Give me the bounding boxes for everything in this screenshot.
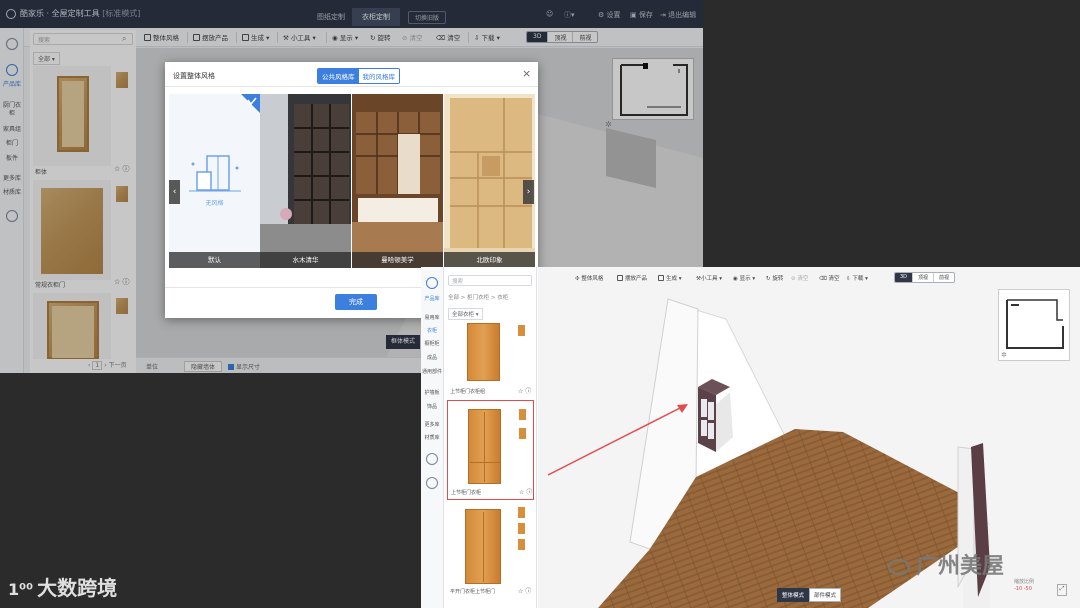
style-card-nordic[interactable]: 北欧印象 [444,94,535,268]
toolbar-generate[interactable]: 生成 ▾ [658,274,682,282]
floorplan-minimap [1006,299,1064,349]
compass-icon[interactable]: ✲ [1001,351,1007,359]
product-caption: 上节柜门衣柜 [451,490,482,496]
toolbar-display[interactable]: ◉ 显示 ▾ [733,274,755,282]
left-rail: 产品库 易用库 衣柜 橱柜柜 成品 通用部件 护墙板 饰品 更多库 材质库 [421,267,444,608]
watermark-logo-icon: 1⁰⁰ [8,580,34,599]
product-caption: 平开门衣柜上节柜门 [450,589,496,595]
minimap[interactable] [998,289,1070,361]
whole-mode-button[interactable]: 整体模式 [777,588,810,602]
product-image [465,509,501,584]
product-thumb[interactable] [518,325,525,336]
done-button[interactable]: 完成 [335,294,377,310]
mode-switch: 整体模式 部件模式 [777,588,842,602]
product-card-selected[interactable]: 上节柜门衣柜 ☆ ⓘ [447,400,534,500]
rail-cat-0[interactable]: 易用库 [422,314,442,322]
rail-cat-4[interactable]: 通用部件 [422,368,442,376]
fullscreen-icon[interactable]: ⤢ [1057,584,1067,596]
watermark-bottom-right: 广州美屋 [888,548,1004,580]
wechat-icon [888,559,910,575]
product-thumb[interactable] [518,539,525,550]
rail-product-lib[interactable]: 产品库 [422,295,442,303]
product-panel: 搜索 全部 > 柜门衣柜 > 衣柜 全部衣柜 ▾ 上节柜门衣柜组 ☆ ⓘ 上节柜… [444,267,537,608]
dialog-tabs: 公共风格库 我的风格库 [317,68,400,84]
shield-icon[interactable] [426,453,438,465]
tab-my-styles[interactable]: 我的风格库 [358,69,399,83]
product-image [467,323,500,381]
product-lib-icon[interactable] [426,277,438,289]
product-card[interactable]: 平开门衣柜上节柜门 ☆ ⓘ [447,505,534,605]
rail-cat-5[interactable]: 护墙板 [422,389,442,397]
product-thumb[interactable] [519,409,526,420]
view-3d[interactable]: 3D [895,273,914,282]
toolbar-style[interactable]: ✣ 整体风格 [575,274,603,282]
main-toolbar: ✣ 整体风格 摆放产品 生成 ▾ ⚒小工具 ▾ ◉ 显示 ▾ ↻ 旋转 ⊘ 清空… [575,271,1080,286]
toolbar-clear-1[interactable]: ⊘ 清空 [791,274,808,282]
category-filter[interactable]: 全部衣柜 ▾ [448,308,483,320]
close-icon[interactable]: × [522,67,531,80]
dialog-title: 设置整体风格 [173,72,215,80]
place-icon [617,275,623,281]
part-mode-button[interactable]: 部件模式 [809,588,842,602]
product-thumb[interactable] [519,428,526,439]
product-card[interactable]: 上节柜门衣柜组 ☆ ⓘ [447,323,534,398]
style-icon: ✣ [575,276,580,282]
rail-cat-2[interactable]: 橱柜柜 [422,340,442,348]
view-top[interactable]: 顶视 [913,273,935,282]
style-card-manhattan[interactable]: 曼哈顿美学 [352,94,443,268]
product-image [468,409,501,484]
watermark-bottom-left: 1⁰⁰ 大数跨境 [8,576,118,600]
product-thumb[interactable] [518,507,525,518]
toolbar-tools[interactable]: ⚒小工具 ▾ [696,274,722,282]
rail-cat-1[interactable]: 衣柜 [422,327,442,335]
favorite-icon[interactable]: ☆ ⓘ [519,487,532,496]
rotate-icon: ↻ [766,276,771,282]
search-input[interactable]: 搜索 [448,275,532,286]
style-photo [352,94,443,268]
tab-public-styles[interactable]: 公共风格库 [318,69,359,83]
zoom-value: -10 -50 [1014,586,1032,592]
rail-cat-3[interactable]: 成品 [422,354,442,362]
view-front[interactable]: 前视 [934,273,954,282]
no-style-label: 无风格 [205,200,224,207]
style-card-shuimu[interactable]: 水木清华 [260,94,351,268]
product-thumb[interactable] [518,523,525,534]
style-photo [260,94,351,268]
breadcrumb[interactable]: 全部 > 柜门衣柜 > 衣柜 [448,293,508,301]
style-card-label: 北欧印象 [444,252,535,268]
carousel-next-icon[interactable]: › [523,180,534,204]
product-caption: 上节柜门衣柜组 [450,389,486,395]
carousel-prev-icon[interactable]: ‹ [169,180,180,204]
toolbar-rotate[interactable]: ↻ 旋转 [766,274,783,282]
broom-icon: ⌫ [819,276,827,282]
favorite-icon[interactable]: ☆ ⓘ [518,386,531,395]
generate-icon [658,275,664,281]
style-card-label: 水木清华 [260,252,351,268]
toolbar-clear-2[interactable]: ⌫ 清空 [819,274,840,282]
rail-cat-6[interactable]: 饰品 [422,403,442,411]
view-mode-switch: 3D 顶视 前视 [894,272,956,283]
user-profile-icon[interactable] [426,477,438,489]
eye-icon: ◉ [733,276,738,282]
divider [165,86,538,87]
zoom-label: 缩放比例 [1014,579,1035,585]
wardrobe-illustration-icon [189,94,260,192]
zoom-readout: 缩放比例 -10 -50 [1014,579,1034,593]
style-card-default[interactable]: 无风格 默认 [169,94,260,268]
rail-more-lib[interactable]: 更多库 [422,421,442,429]
favorite-icon[interactable]: ☆ ⓘ [518,586,531,595]
rail-material-lib[interactable]: 材质库 [422,434,442,442]
clear-icon: ⊘ [791,276,796,282]
style-card-label: 曼哈顿美学 [352,252,443,268]
style-photo [444,94,535,268]
toolbar-place[interactable]: 摆放产品 [617,274,647,282]
toolbar-download[interactable]: ⇩ 下载 ▾ [846,274,868,282]
style-card-label: 默认 [169,252,260,268]
download-icon: ⇩ [846,276,851,282]
